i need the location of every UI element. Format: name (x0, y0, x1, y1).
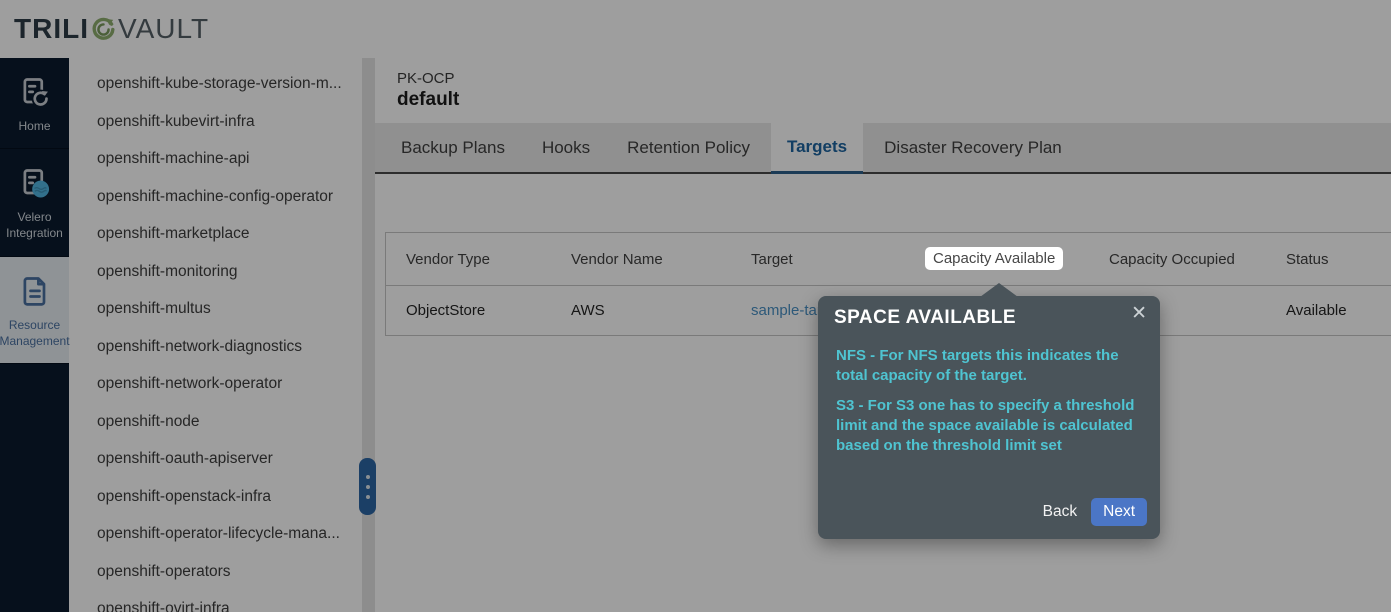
app-window: TRILI VAULT (0, 0, 1391, 612)
tooltip-paragraph-s3: S3 - For S3 one has to specify a thresho… (836, 396, 1141, 456)
tooltip-paragraph-nfs: NFS - For NFS targets this indicates the… (836, 346, 1141, 386)
tooltip-body: NFS - For NFS targets this indicates the… (836, 346, 1141, 456)
tour-dim-overlay (0, 0, 1391, 612)
tooltip-arrow-up (980, 283, 1018, 297)
close-icon[interactable]: ✕ (1131, 304, 1147, 323)
tooltip-title: SPACE AVAILABLE (834, 307, 1016, 329)
tour-tooltip: SPACE AVAILABLE ✕ NFS - For NFS targets … (818, 296, 1160, 539)
tour-highlighted-column-chip: Capacity Available (925, 247, 1063, 270)
tooltip-footer: Back Next (1043, 498, 1147, 526)
back-button[interactable]: Back (1043, 503, 1077, 521)
next-button[interactable]: Next (1091, 498, 1147, 526)
